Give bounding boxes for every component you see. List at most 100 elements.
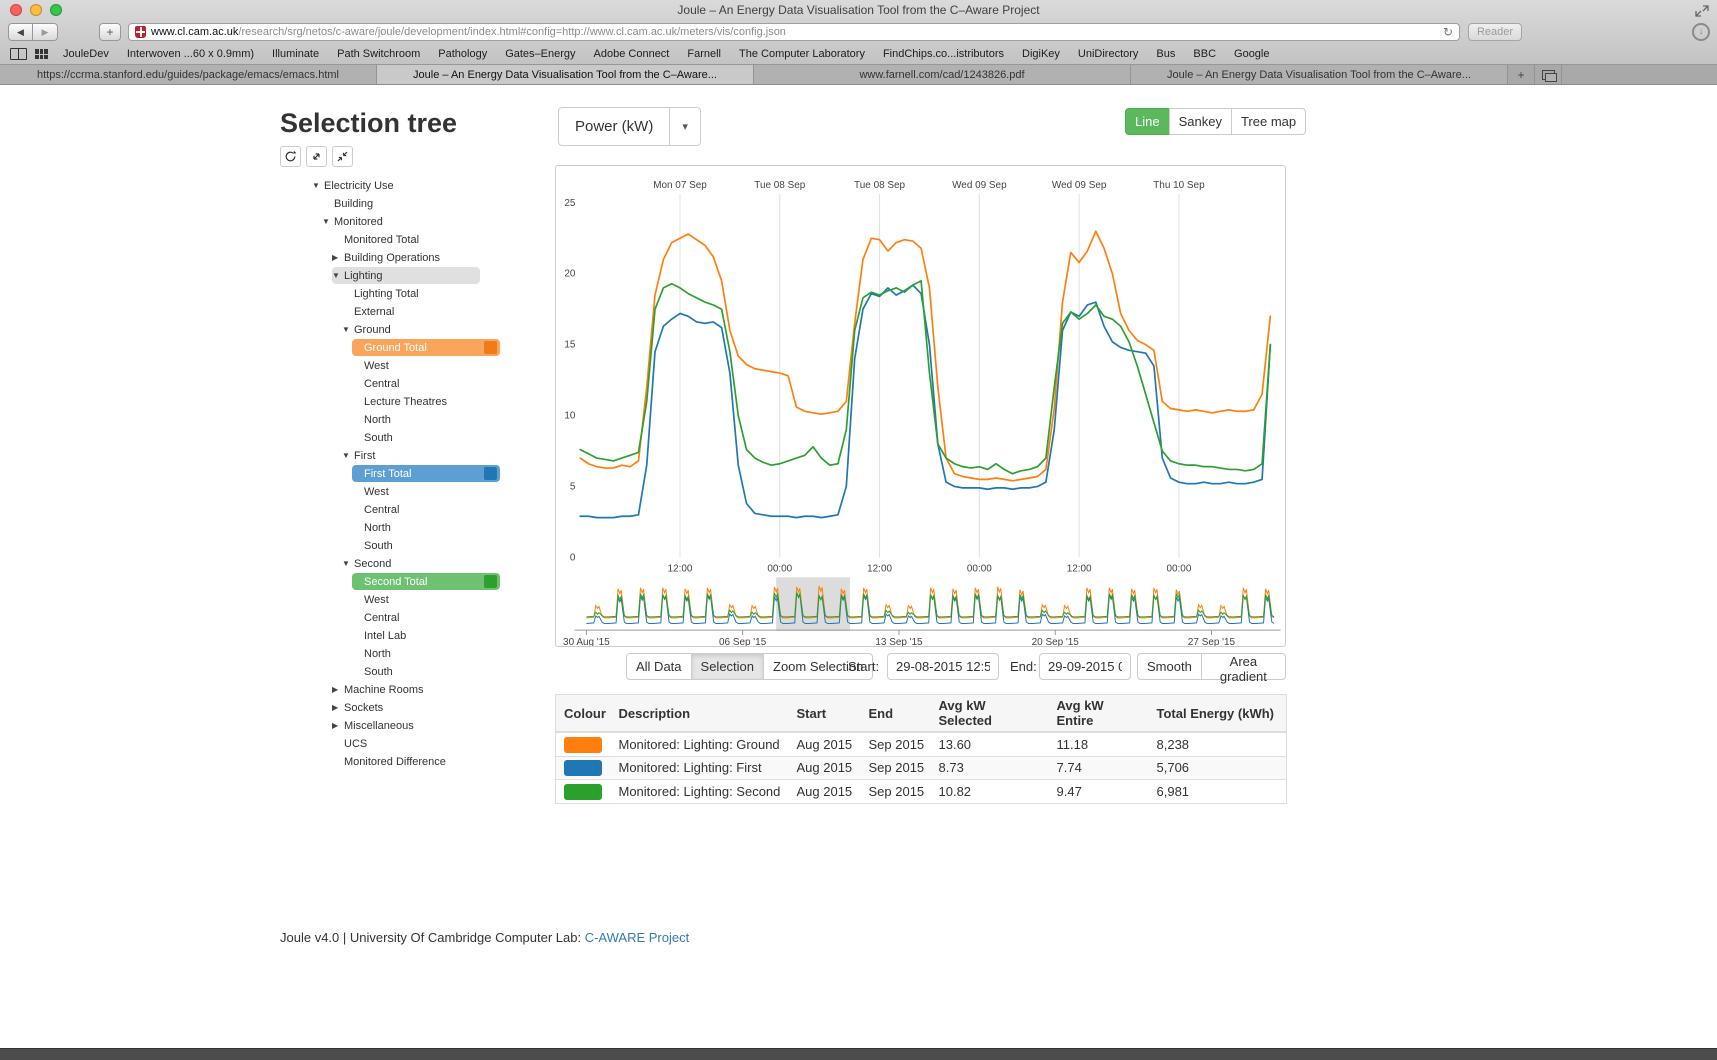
bookmarks-sidebar-icon[interactable] bbox=[10, 48, 27, 60]
tree-item-second[interactable]: ▼Second bbox=[308, 555, 568, 573]
browser-tab[interactable]: www.farnell.com/cad/1243826.pdf bbox=[754, 65, 1131, 84]
reload-icon[interactable]: ↻ bbox=[1443, 24, 1453, 40]
tree-item-west[interactable]: West bbox=[308, 591, 568, 609]
tree-item-west[interactable]: West bbox=[308, 483, 568, 501]
tree-collapse-icon[interactable]: ▼ bbox=[342, 451, 354, 460]
tree-item-monitored-total[interactable]: Monitored Total bbox=[308, 231, 568, 249]
bookmark-item-unidirectory[interactable]: UniDirectory bbox=[1078, 48, 1139, 60]
tree-item-external[interactable]: External bbox=[308, 303, 568, 321]
tree-item-lighting[interactable]: ▼Lighting bbox=[308, 267, 568, 285]
tree-item-sockets[interactable]: ▶Sockets bbox=[308, 699, 568, 717]
range-button-all-data[interactable]: All Data bbox=[626, 653, 692, 680]
tree-item-ground[interactable]: ▼Ground bbox=[308, 321, 568, 339]
tree-item-north[interactable]: North bbox=[308, 411, 568, 429]
downloads-icon[interactable]: ↓ bbox=[1692, 23, 1710, 41]
tree-expand-icon[interactable]: ▶ bbox=[332, 253, 344, 262]
bookmark-item-jouledev[interactable]: JouleDev bbox=[63, 48, 109, 60]
tree-item-label: Miscellaneous bbox=[344, 720, 414, 732]
tree-collapse-icon[interactable]: ▼ bbox=[312, 181, 324, 190]
top-sites-icon[interactable] bbox=[35, 49, 48, 59]
tree-item-lecture-theatres[interactable]: Lecture Theatres bbox=[308, 393, 568, 411]
expand-all-button[interactable] bbox=[306, 146, 327, 167]
tree-expand-icon[interactable]: ▶ bbox=[332, 703, 344, 712]
tree-item-monitored[interactable]: ▼Monitored bbox=[308, 213, 568, 231]
tree-item-second-total[interactable]: Second Total bbox=[308, 573, 568, 591]
tree-item-electricity-use[interactable]: ▼Electricity Use bbox=[308, 177, 568, 195]
add-bookmark-button[interactable]: + bbox=[99, 23, 121, 41]
tree-item-intel-lab[interactable]: Intel Lab bbox=[308, 627, 568, 645]
bookmark-item-pathology[interactable]: Pathology bbox=[438, 48, 487, 60]
table-row[interactable]: Monitored: Lighting: FirstAug 2015Sep 20… bbox=[556, 756, 1287, 780]
tree-item-monitored-difference[interactable]: Monitored Difference bbox=[308, 753, 568, 771]
tree-item-south[interactable]: South bbox=[308, 663, 568, 681]
forward-button[interactable]: ▶ bbox=[33, 23, 58, 41]
tree-collapse-icon[interactable]: ▼ bbox=[342, 559, 354, 568]
tree-item-machine-rooms[interactable]: ▶Machine Rooms bbox=[308, 681, 568, 699]
new-tab-button[interactable]: + bbox=[1508, 65, 1535, 84]
tree-item-building-operations[interactable]: ▶Building Operations bbox=[308, 249, 568, 267]
tree-expand-icon[interactable]: ▶ bbox=[332, 685, 344, 694]
tree-item-north[interactable]: North bbox=[308, 519, 568, 537]
tree-collapse-icon[interactable]: ▼ bbox=[332, 271, 344, 280]
tree-item-south[interactable]: South bbox=[308, 537, 568, 555]
bookmark-item-gates-energy[interactable]: Gates–Energy bbox=[505, 48, 575, 60]
tree-collapse-icon[interactable]: ▼ bbox=[342, 325, 354, 334]
view-button-sankey[interactable]: Sankey bbox=[1169, 108, 1232, 135]
tree-item-ground-total[interactable]: Ground Total bbox=[308, 339, 568, 357]
bookmark-item-bbc[interactable]: BBC bbox=[1193, 48, 1216, 60]
bookmark-item-the-computer-laboratory[interactable]: The Computer Laboratory bbox=[739, 48, 865, 60]
browser-tab[interactable]: Joule – An Energy Data Visualisation Too… bbox=[1131, 65, 1508, 84]
tree-item-north[interactable]: North bbox=[308, 645, 568, 663]
show-all-tabs-button[interactable] bbox=[1535, 65, 1562, 84]
bookmark-item-illuminate[interactable]: Illuminate bbox=[272, 48, 319, 60]
end-datetime-input[interactable] bbox=[1039, 653, 1131, 680]
window-titlebar[interactable]: Joule – An Energy Data Visualisation Too… bbox=[0, 0, 1717, 20]
bookmark-item-farnell[interactable]: Farnell bbox=[687, 48, 721, 60]
browser-tab[interactable]: https://ccrma.stanford.edu/guides/packag… bbox=[0, 65, 377, 84]
bookmark-item-google[interactable]: Google bbox=[1234, 48, 1269, 60]
bookmark-item-adobe-connect[interactable]: Adobe Connect bbox=[594, 48, 670, 60]
tree-expand-icon[interactable]: ▶ bbox=[332, 721, 344, 730]
browser-tab[interactable]: Joule – An Energy Data Visualisation Too… bbox=[377, 65, 754, 84]
collapse-all-button[interactable] bbox=[332, 146, 353, 167]
tree-item-miscellaneous[interactable]: ▶Miscellaneous bbox=[308, 717, 568, 735]
start-datetime-input[interactable] bbox=[887, 653, 999, 680]
address-bar[interactable]: www.cl.cam.ac.uk/research/srg/netos/c-aw… bbox=[128, 23, 1460, 41]
refresh-tree-button[interactable] bbox=[280, 146, 301, 167]
tree-item-central[interactable]: Central bbox=[308, 375, 568, 393]
tree-item-lighting-total[interactable]: Lighting Total bbox=[308, 285, 568, 303]
reader-button[interactable]: Reader bbox=[1468, 23, 1522, 41]
bookmark-item-digikey[interactable]: DigiKey bbox=[1022, 48, 1060, 60]
range-button-selection[interactable]: Selection bbox=[691, 653, 764, 680]
back-button[interactable]: ◀ bbox=[8, 23, 33, 41]
tree-item-first[interactable]: ▼First bbox=[308, 447, 568, 465]
view-button-line[interactable]: Line bbox=[1125, 108, 1170, 135]
fullscreen-icon[interactable] bbox=[1695, 4, 1709, 16]
chart-svg[interactable]: Mon 07 Sep12:00Tue 08 Sep00:00Tue 08 Sep… bbox=[556, 166, 1285, 646]
tree-item-west[interactable]: West bbox=[308, 357, 568, 375]
table-row[interactable]: Monitored: Lighting: GroundAug 2015Sep 2… bbox=[556, 732, 1287, 756]
table-row[interactable]: Monitored: Lighting: SecondAug 2015Sep 2… bbox=[556, 780, 1287, 804]
view-button-tree-map[interactable]: Tree map bbox=[1231, 108, 1306, 135]
desktop-strip bbox=[0, 1048, 1717, 1060]
minimize-button[interactable] bbox=[30, 4, 42, 16]
tree-item-building[interactable]: Building bbox=[308, 195, 568, 213]
overview-tick-label: 20 Sep '15 bbox=[1032, 637, 1080, 646]
tree-item-central[interactable]: Central bbox=[308, 609, 568, 627]
tree-item-first-total[interactable]: First Total bbox=[308, 465, 568, 483]
c-aware-link[interactable]: C-AWARE Project bbox=[585, 930, 690, 945]
tree-item-south[interactable]: South bbox=[308, 429, 568, 447]
bookmark-item-interwoven-60-x-0-9mm[interactable]: Interwoven ...60 x 0.9mm) bbox=[127, 48, 254, 60]
bookmark-item-path-switchroom[interactable]: Path Switchroom bbox=[337, 48, 420, 60]
zoom-button[interactable] bbox=[50, 4, 62, 16]
tree-item-ucs[interactable]: UCS bbox=[308, 735, 568, 753]
bookmark-item-bus[interactable]: Bus bbox=[1156, 48, 1175, 60]
bookmark-item-findchips-co-istributors[interactable]: FindChips.co...istributors bbox=[883, 48, 1004, 60]
metric-select[interactable]: Power (kW) ▾ bbox=[558, 107, 701, 146]
area-gradient-button[interactable]: Area gradient bbox=[1201, 653, 1286, 680]
tree-collapse-icon[interactable]: ▼ bbox=[322, 217, 334, 226]
close-button[interactable] bbox=[10, 4, 22, 16]
tab-strip: https://ccrma.stanford.edu/guides/packag… bbox=[0, 65, 1508, 84]
tree-item-central[interactable]: Central bbox=[308, 501, 568, 519]
smooth-button[interactable]: Smooth bbox=[1137, 653, 1202, 680]
